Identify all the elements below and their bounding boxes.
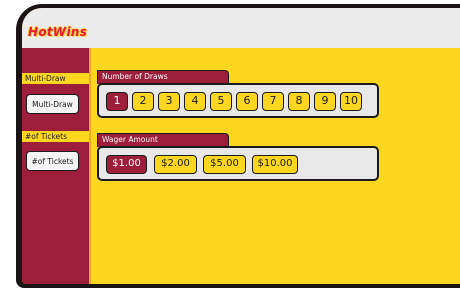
hotwins-logo: HotWins — [28, 25, 88, 39]
app-screen: HotWins Multi-Draw Multi-Draw #of Ticket… — [22, 8, 460, 284]
draws-panel: 1 2 3 4 5 6 7 8 9 10 — [97, 83, 379, 118]
draw-option-10[interactable]: 10 — [340, 92, 362, 111]
sidebar-divider — [89, 48, 91, 284]
wager-option-2[interactable]: $2.00 — [154, 155, 197, 174]
draw-option-9[interactable]: 9 — [314, 92, 336, 111]
sidebar: Multi-Draw Multi-Draw #of Tickets #of Ti… — [22, 48, 89, 284]
wager-option-10[interactable]: $10.00 — [252, 155, 298, 174]
draw-option-5[interactable]: 5 — [210, 92, 232, 111]
wager-section-tab: Wager Amount — [97, 133, 229, 147]
draw-option-6[interactable]: 6 — [236, 92, 258, 111]
draw-option-3[interactable]: 3 — [158, 92, 180, 111]
draw-option-2[interactable]: 2 — [132, 92, 154, 111]
draw-option-8[interactable]: 8 — [288, 92, 310, 111]
multidraw-button[interactable]: Multi-Draw — [26, 94, 79, 114]
tickets-label: #of Tickets — [22, 131, 89, 142]
draw-option-7[interactable]: 7 — [262, 92, 284, 111]
wager-option-5[interactable]: $5.00 — [203, 155, 246, 174]
tickets-button[interactable]: #of Tickets — [26, 151, 79, 171]
draw-option-4[interactable]: 4 — [184, 92, 206, 111]
multidraw-label: Multi-Draw — [22, 73, 89, 84]
draws-section-tab: Number of Draws — [97, 70, 229, 84]
draw-option-1[interactable]: 1 — [106, 92, 128, 111]
top-bar: HotWins — [22, 8, 460, 48]
wager-option-1[interactable]: $1.00 — [106, 155, 147, 174]
wager-panel: $1.00 $2.00 $5.00 $10.00 — [97, 146, 379, 181]
